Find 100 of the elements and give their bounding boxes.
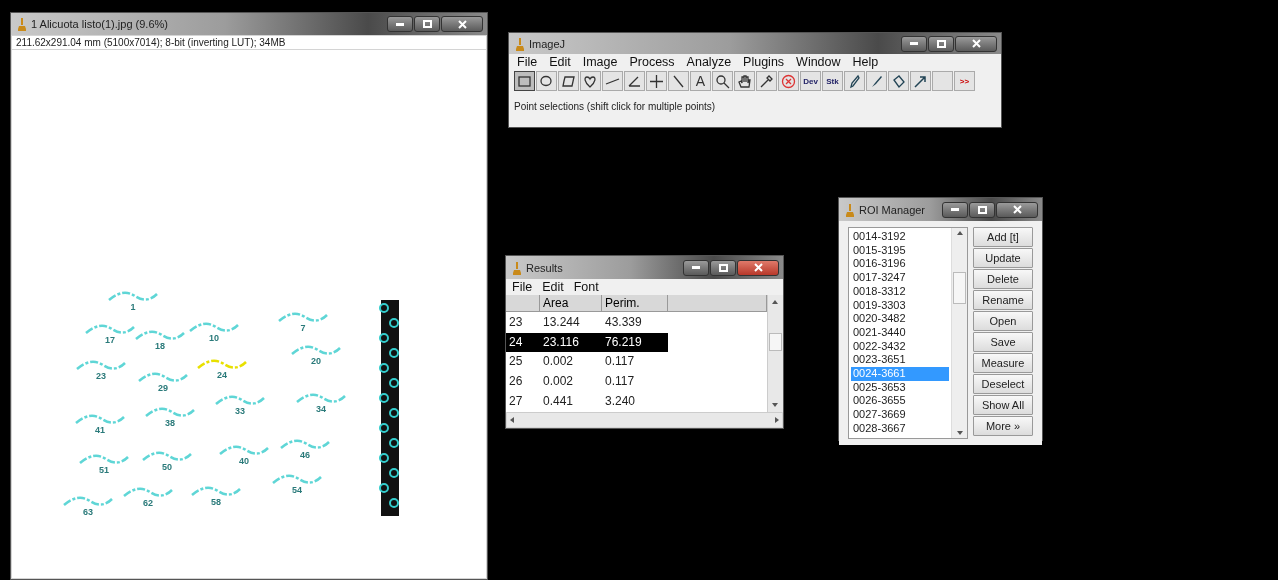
tool-button[interactable]: [888, 71, 909, 91]
more-tools-button[interactable]: >>: [954, 71, 975, 91]
roi-curve[interactable]: [278, 312, 328, 322]
minimize-button[interactable]: [387, 16, 413, 32]
menu-item[interactable]: Process: [629, 55, 675, 69]
menu-item[interactable]: Edit: [542, 280, 564, 294]
tool-button[interactable]: [624, 71, 645, 91]
roi-curve[interactable]: [75, 414, 125, 424]
roi-curve[interactable]: [145, 407, 195, 417]
roi-curve[interactable]: [138, 372, 188, 382]
list-item[interactable]: 0022-3432: [851, 339, 949, 354]
roi-curve[interactable]: [280, 439, 330, 449]
tool-button[interactable]: [866, 71, 887, 91]
tool-button[interactable]: [910, 71, 931, 91]
list-item[interactable]: 0016-3196: [851, 257, 949, 272]
list-item[interactable]: 0023-3651: [851, 353, 949, 368]
list-item[interactable]: 0027-3669: [851, 408, 949, 422]
list-item[interactable]: 0014-3192: [851, 230, 949, 244]
column-header[interactable]: [506, 295, 540, 312]
roi-button[interactable]: Show All: [973, 395, 1033, 415]
column-header[interactable]: Area: [540, 295, 602, 312]
maximize-button[interactable]: [928, 35, 954, 52]
image-canvas[interactable]: 1 17 18 10 7 20 23 24 29 33 34 38 41 51 50 40 46 54 62 58 63: [12, 50, 486, 578]
minimize-button[interactable]: [901, 35, 927, 52]
roi-curve[interactable]: [108, 291, 158, 301]
menu-item[interactable]: Window: [796, 55, 841, 69]
tool-button[interactable]: [756, 71, 777, 91]
list-item[interactable]: 0020-3482: [851, 312, 949, 326]
maximize-button[interactable]: [710, 259, 736, 276]
roi-button[interactable]: Delete: [973, 269, 1033, 289]
column-header[interactable]: [668, 295, 767, 312]
roi-button[interactable]: Open: [973, 311, 1033, 331]
tool-button[interactable]: [712, 71, 733, 91]
roi-curve[interactable]: [123, 487, 173, 497]
menu-item[interactable]: File: [517, 55, 538, 69]
roi-curve[interactable]: [76, 360, 126, 370]
list-item[interactable]: 0015-3195: [851, 243, 949, 258]
roi-button[interactable]: Save: [973, 332, 1033, 352]
maximize-button[interactable]: [969, 201, 995, 218]
tool-button[interactable]: [558, 71, 579, 91]
roi-button[interactable]: Add [t]: [973, 227, 1033, 247]
horizontal-scrollbar[interactable]: [507, 412, 782, 427]
roi-curve[interactable]: [79, 454, 129, 464]
menu-item[interactable]: Edit: [549, 55, 571, 69]
tool-button[interactable]: Stk: [822, 71, 843, 91]
minimize-button[interactable]: [683, 259, 709, 276]
menu-item[interactable]: Image: [582, 55, 618, 69]
roi-button[interactable]: Rename: [973, 290, 1033, 310]
tool-button[interactable]: [514, 71, 535, 91]
roi-curve[interactable]: [142, 451, 192, 461]
roi-button[interactable]: Deselect: [973, 374, 1033, 394]
list-item[interactable]: 0028-3667: [851, 421, 949, 436]
close-button[interactable]: [441, 16, 483, 32]
list-item[interactable]: 0026-3655: [851, 394, 949, 409]
list-item[interactable]: 0017-3247: [851, 271, 949, 285]
roi-curve[interactable]: [189, 322, 239, 332]
roi-button[interactable]: Update: [973, 248, 1033, 268]
tool-button[interactable]: Dev: [800, 71, 821, 91]
list-item[interactable]: 0018-3312: [851, 284, 949, 299]
roi-curve[interactable]: [191, 486, 241, 496]
tool-button[interactable]: [602, 71, 623, 91]
roi-curve[interactable]: [135, 330, 185, 340]
scroll-thumb[interactable]: [769, 333, 782, 351]
scroll-thumb[interactable]: [953, 271, 966, 304]
tool-button[interactable]: [734, 71, 755, 91]
close-button[interactable]: [737, 259, 779, 276]
scrollbar[interactable]: [767, 295, 783, 412]
list-item[interactable]: 0021-3440: [851, 325, 949, 340]
tool-button[interactable]: [646, 71, 667, 91]
roi-curve[interactable]: [63, 496, 113, 506]
roi-button[interactable]: More »: [973, 416, 1033, 436]
tool-button[interactable]: [580, 71, 601, 91]
roi-curve[interactable]: [85, 324, 135, 334]
roi-curve[interactable]: [272, 474, 322, 484]
roi-curve[interactable]: [219, 445, 269, 455]
roi-curve[interactable]: [215, 395, 265, 405]
list-item[interactable]: 0025-3653: [851, 380, 949, 395]
tool-button[interactable]: [536, 71, 557, 91]
column-header[interactable]: Perim.: [602, 295, 668, 312]
minimize-button[interactable]: [942, 201, 968, 218]
menu-item[interactable]: File: [512, 280, 533, 294]
roi-curve[interactable]: [291, 345, 341, 355]
tool-button[interactable]: [668, 71, 689, 91]
arrow-icon: [913, 73, 928, 89]
menu-item[interactable]: Help: [852, 55, 879, 69]
tool-button[interactable]: [844, 71, 865, 91]
close-button[interactable]: [996, 201, 1038, 218]
row-number[interactable]: 24: [506, 332, 540, 352]
menu-item[interactable]: Plugins: [743, 55, 785, 69]
list-item[interactable]: 0019-3303: [851, 298, 949, 313]
tool-button[interactable]: A: [690, 71, 711, 91]
maximize-button[interactable]: [414, 16, 440, 32]
menu-item[interactable]: Font: [573, 280, 599, 294]
close-button[interactable]: [955, 35, 997, 52]
roi-button[interactable]: Measure: [973, 353, 1033, 373]
roi-curve[interactable]: [197, 359, 247, 369]
roi-curve[interactable]: [296, 393, 346, 403]
scrollbar[interactable]: [951, 228, 967, 438]
menu-item[interactable]: Analyze: [686, 55, 732, 69]
maximize-icon: [936, 39, 946, 48]
